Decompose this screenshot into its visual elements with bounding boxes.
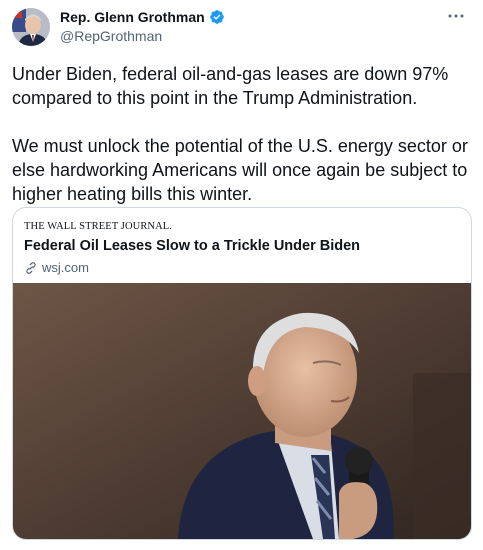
avatar[interactable]: [12, 8, 50, 46]
card-headline[interactable]: Federal Oil Leases Slow to a Trickle Und…: [24, 238, 360, 254]
author-name-row: Rep. Glenn Grothman: [60, 9, 225, 25]
more-options-button[interactable]: [443, 6, 469, 26]
avatar-image: [12, 8, 50, 46]
link-icon: [26, 261, 36, 274]
card-source: THE WALL STREET JOURNAL.: [24, 221, 173, 232]
author-name[interactable]: Rep. Glenn Grothman: [60, 9, 205, 25]
link-card[interactable]: THE WALL STREET JOURNAL. Federal Oil Lea…: [12, 207, 472, 540]
more-icon: [448, 14, 464, 18]
card-domain: wsj.com: [42, 260, 89, 275]
link-card-header: THE WALL STREET JOURNAL. Federal Oil Lea…: [13, 208, 471, 283]
card-domain-row: wsj.com: [24, 260, 89, 275]
author-handle[interactable]: @RepGrothman: [60, 28, 225, 44]
verified-icon: [209, 10, 224, 24]
card-image: [13, 283, 471, 539]
author-block: Rep. Glenn Grothman @RepGrothman: [60, 9, 225, 44]
tweet-text: Under Biden, federal oil-and-gas leases …: [12, 64, 468, 204]
